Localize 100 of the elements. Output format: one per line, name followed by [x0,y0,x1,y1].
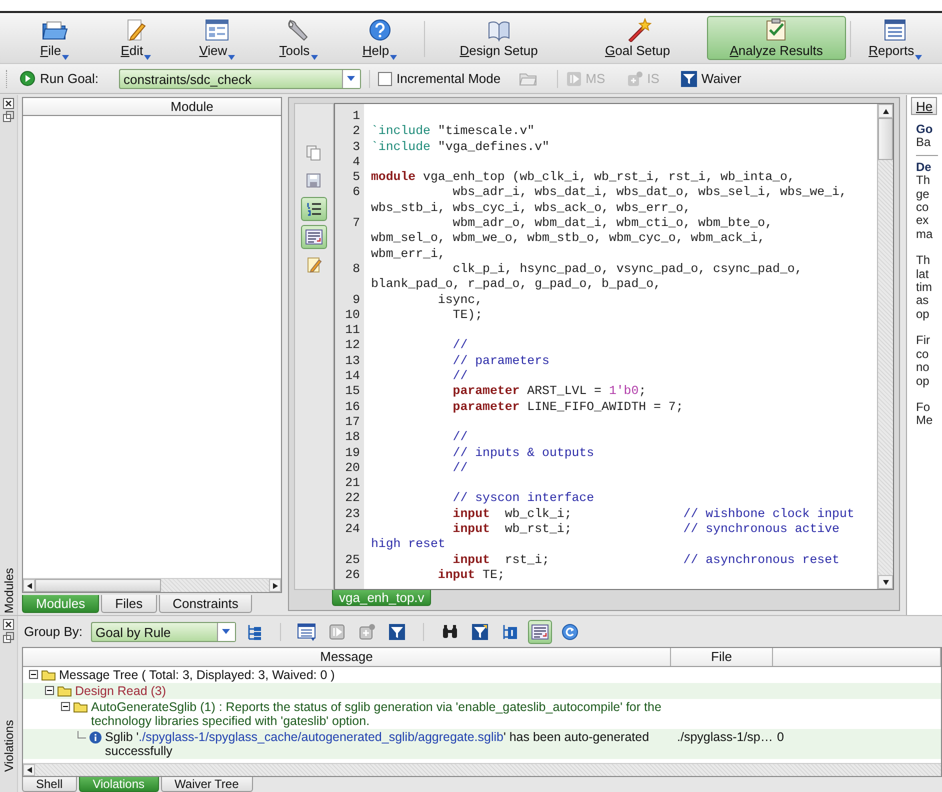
dropdown-arrow-icon [347,76,356,81]
line-number: 24 [345,522,360,536]
tree-node-label[interactable]: Message Tree ( Total: 3, Displayed: 3, Waived: 0 ) [59,668,335,682]
code-line: // [452,338,468,354]
info-icon [89,731,102,744]
message-text: Sglib './spyglass-1/spyglass_cache/autogenerated_sglib/aggregate.sglib' has been auto-generated successfully [105,730,650,758]
code-line: high reset [370,537,446,553]
code-line: input rst_i; // asynchronous reset [452,552,840,568]
toolbar-button[interactable]: Goal Setup [568,16,707,60]
help-text: Th [916,254,932,268]
scroll-left-icon[interactable] [26,767,32,773]
filter-icon [388,622,406,640]
menu-arrow-icon [390,55,398,60]
waiver-button[interactable]: Waiver [681,70,742,86]
toolbar-button[interactable]: Tools [258,16,340,60]
editor-tool-button[interactable] [301,225,327,249]
close-icon[interactable] [3,619,14,630]
incremental-mode-checkbox[interactable]: Incremental Mode [378,71,501,86]
code-editor[interactable] [334,103,894,590]
run-goal-button[interactable]: Run Goal: [16,69,103,88]
scroll-left-icon[interactable] [26,582,32,588]
editor-tool-button[interactable] [301,197,327,221]
panel-tab[interactable]: Waiver Tree [160,777,253,792]
text-wrap-icon [530,622,549,640]
code-line: input wb_rst_i; // synchronous active [452,522,840,538]
table-cell: ./spyglass-1/sp… [677,730,773,744]
code-line: // inputs & outputs [452,446,594,461]
scroll-down-icon[interactable] [882,580,888,584]
line-number: 16 [345,400,360,414]
collapse-toggle[interactable] [29,670,38,679]
note-pencil-icon [305,256,323,274]
code-line: // [452,430,468,446]
help-text: no [916,361,930,374]
line-number: 20 [345,460,360,475]
toolbar-button[interactable]: Help [339,16,420,60]
panel-tab[interactable]: Files [101,595,157,613]
table-cell: 0 [777,730,784,744]
tree-node-label[interactable]: Design Read (3) [75,684,166,698]
close-icon[interactable] [3,98,14,109]
toolbar-button[interactable]: File [14,16,96,60]
help-text: lat [916,268,930,282]
code-line: blank_pad_o, r_pad_o, g_pad_o, b_pad_o, [370,277,661,293]
help-text: ma [916,228,934,242]
line-number: 10 [345,308,360,322]
toolbar-button[interactable]: Design Setup [429,16,568,60]
file-path-link[interactable]: ./spyglass-1/spyglass_cache/autogenerated_sglib/aggregate.sglib [138,730,504,744]
folder-icon [518,72,537,86]
scroll-thumb[interactable] [35,579,161,592]
copy-icon [305,144,323,162]
line-number: 11 [345,323,360,338]
line-number: 18 [345,430,360,444]
help-text: Fir [916,334,931,348]
scroll-thumb[interactable] [878,118,893,160]
code-line: wbm_sel_o, wbm_we_o, wbm_stb_o, wbm_cyc_o, wbm_ack_i, [370,231,766,247]
menu-arrow-icon [915,55,922,60]
code-line: `include "timescale.v" [370,124,535,140]
tree-node-label[interactable]: AutoGenerateSglib (1) : Reports the status of sglib generation via 'enable_gateslib_autocompile' for the technology libraries specified with 'gateslib' option. [91,700,671,728]
toolbar-icon-button[interactable] [528,620,552,644]
code-line: wbs_stb_i, wbs_cyc_i, wbs_ack_o, wbs_err_o, [370,200,691,216]
toolbar-button[interactable]: Reports [854,16,936,60]
dropdown-arrow-icon [222,629,230,634]
vertical-scrollbar[interactable] [877,104,893,589]
collapse-toggle[interactable] [61,702,70,711]
help-heading: Go [916,123,934,136]
line-number: 2 [352,124,360,138]
text-wrap-icon [305,228,323,246]
group-by-dropdown[interactable]: Goal by Rule [90,622,236,642]
code-line: clk_p_i, hsync_pad_o, vsync_pad_o, csync_pad_o, [452,262,802,278]
panel-tab[interactable]: Constraints [158,595,252,613]
panel-tab[interactable]: Shell [22,777,77,792]
horizontal-scrollbar[interactable] [23,763,941,776]
collapse-toggle[interactable] [45,686,54,695]
toolbar-button[interactable]: View [176,16,258,60]
scroll-right-icon[interactable] [272,582,278,588]
help-text: as [916,294,930,308]
restore-icon[interactable] [3,111,14,122]
line-number: 14 [345,369,360,384]
horizontal-scrollbar[interactable] [23,578,281,592]
code-line: parameter LINE_FIFO_AWIDTH = 7; [452,400,684,415]
numbered-list-icon [305,200,323,218]
code-line: isync, [436,292,483,308]
column-header[interactable]: Module [23,98,281,116]
help-text: co [916,201,930,214]
scroll-up-icon[interactable] [882,108,888,114]
restore-icon[interactable] [3,632,14,643]
code-line: // [452,460,468,476]
refresh-icon [560,622,579,640]
menu-arrow-icon [62,55,70,60]
goal-dropdown[interactable]: constraints/sdc_check [118,68,361,88]
line-number: 19 [345,446,360,460]
line-number: 25 [345,552,360,567]
toolbar-button[interactable]: Analyze Results [706,16,846,60]
panel-side-label: Violations [2,720,16,772]
folder-icon [41,669,56,681]
column-header[interactable]: File [671,648,773,666]
code-line: wbm_adr_o, wbm_dat_i, wbm_cti_o, wbm_bte_o, [452,216,773,232]
line-number: 3 [352,140,360,154]
column-header[interactable]: Message [23,648,671,666]
toolbar-button[interactable]: Edit [95,16,177,60]
help-tab[interactable]: He [911,97,937,115]
